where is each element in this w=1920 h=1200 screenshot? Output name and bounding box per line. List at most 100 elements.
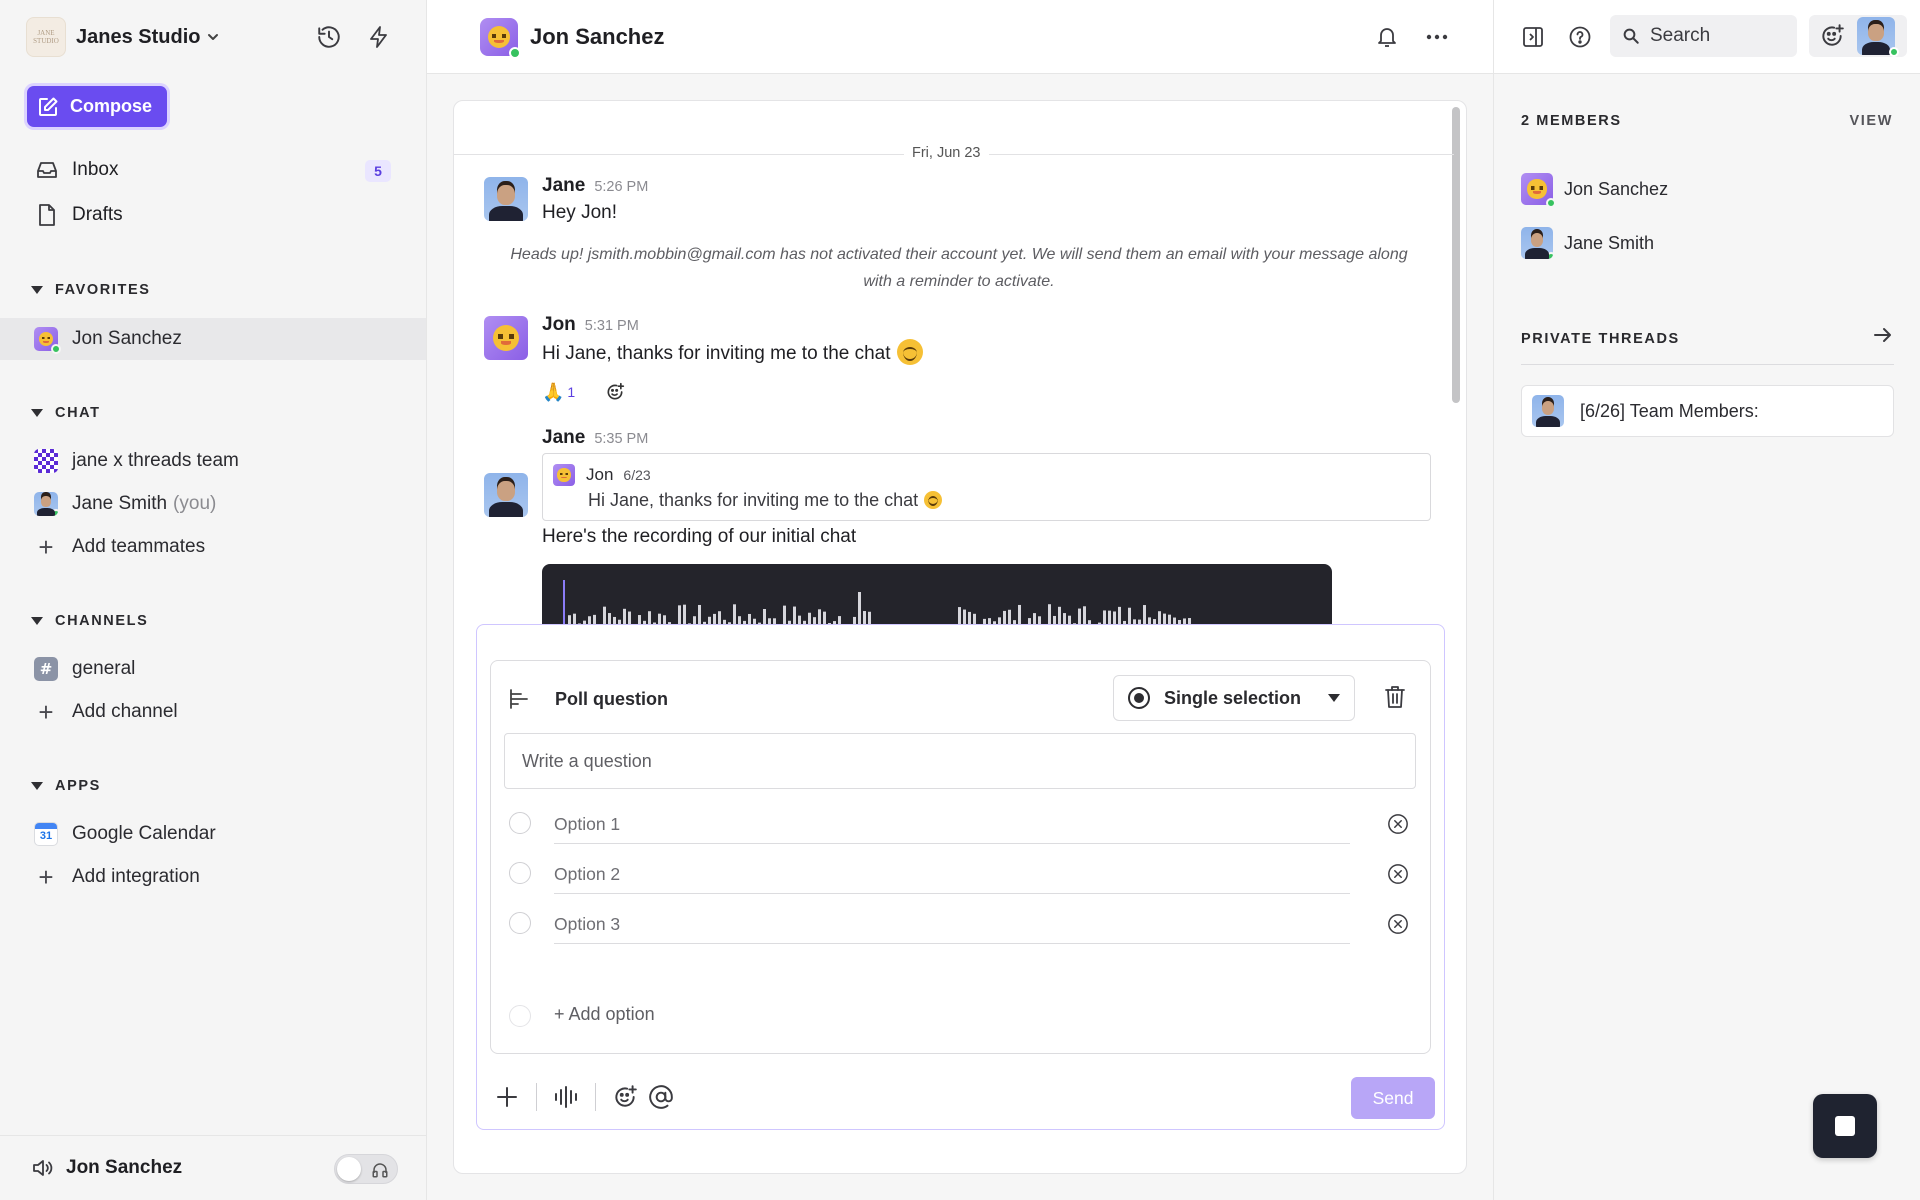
sidebar-footer: Jon Sanchez [0, 1135, 426, 1200]
sidebar-item-google-calendar[interactable]: 31 Google Calendar [0, 813, 426, 855]
add-channel-button[interactable]: + Add channel [0, 691, 426, 733]
plus-icon: + [38, 697, 54, 727]
search-icon [1623, 28, 1639, 44]
sidebar-toggle-icon[interactable] [1518, 22, 1548, 52]
avatar [34, 327, 61, 354]
reaction-pill[interactable]: 🙏 1 [542, 379, 575, 405]
mention-icon[interactable] [643, 1079, 679, 1115]
caret-down-icon [1328, 694, 1340, 702]
remove-option-icon[interactable] [1385, 811, 1411, 837]
favorites-section-header[interactable]: FAVORITES [31, 282, 151, 298]
poll-icon [510, 689, 528, 709]
lightning-icon[interactable] [364, 22, 394, 52]
bell-icon[interactable] [1372, 22, 1402, 52]
quote-date: 6/23 [623, 467, 651, 483]
headphones-icon [371, 1161, 389, 1179]
add-reaction-icon[interactable] [602, 379, 628, 405]
poll-option-input[interactable] [554, 806, 1350, 844]
poll-question-input[interactable] [504, 733, 1416, 789]
compose-button[interactable]: Compose [27, 86, 167, 127]
radio-icon [509, 812, 531, 834]
message-author[interactable]: Jon [542, 314, 576, 336]
online-indicator [1546, 198, 1556, 208]
more-options-icon[interactable] [1422, 22, 1452, 52]
message-author[interactable]: Jane [542, 175, 585, 197]
add-option-button[interactable]: + Add option [554, 1004, 655, 1025]
sidebar-item-label: Add channel [72, 701, 178, 722]
message-composer: Poll question Single selection Write a q… [476, 624, 1445, 1130]
message-author[interactable]: Jane [542, 427, 585, 449]
apps-section-header[interactable]: APPS [31, 778, 101, 794]
huddle-toggle[interactable] [334, 1154, 398, 1184]
sidebar-item-label: general [72, 658, 136, 679]
poll-option-input[interactable] [554, 906, 1350, 944]
speaker-icon[interactable] [30, 1156, 54, 1180]
message-header: Jane 5:35 PM [542, 427, 648, 449]
sidebar-item-label: jane x threads team [72, 450, 239, 471]
thread-title: [6/26] Team Members: [1580, 400, 1759, 421]
history-icon[interactable] [314, 22, 344, 52]
arrow-right-icon[interactable] [1873, 326, 1893, 344]
remove-option-icon[interactable] [1385, 861, 1411, 887]
sidebar-item-label: Drafts [72, 204, 123, 225]
add-teammates-button[interactable]: + Add teammates [0, 526, 426, 568]
selection-mode-dropdown[interactable]: Single selection [1113, 675, 1355, 721]
workspace-switcher[interactable]: JANE STUDIO Janes Studio [26, 17, 220, 57]
sidebar-item-label: Jon Sanchez [72, 328, 182, 349]
member-item[interactable]: Jon Sanchez [1521, 173, 1668, 208]
sidebar-item-label: Inbox [72, 159, 119, 180]
poll-title: Poll question [509, 677, 668, 721]
avatar [1521, 173, 1556, 208]
sidebar-item-label: Add teammates [72, 536, 206, 557]
audio-wave-icon[interactable] [548, 1079, 584, 1115]
trash-icon[interactable] [1380, 682, 1410, 712]
conversation-title[interactable]: Jon Sanchez [480, 18, 664, 59]
compose-label: Compose [70, 96, 153, 116]
private-threads-title: PRIVATE THREADS [1521, 331, 1680, 347]
quoted-message[interactable]: Jon 6/23 Hi Jane, thanks for inviting me… [542, 453, 1431, 521]
caret-down-icon [31, 782, 43, 790]
view-members-link[interactable]: VIEW [1850, 113, 1893, 129]
remove-option-icon[interactable] [1385, 911, 1411, 937]
message-time: 5:31 PM [584, 318, 639, 334]
search-input[interactable]: Search [1610, 15, 1797, 57]
help-icon[interactable] [1565, 22, 1595, 52]
sidebar-item-jon-sanchez[interactable]: Jon Sanchez [0, 318, 426, 360]
selection-mode-label: Single selection [1164, 687, 1302, 708]
avatar[interactable] [484, 177, 528, 221]
sidebar-item-general[interactable]: # general [0, 648, 426, 690]
sidebar-item-inbox[interactable]: Inbox [34, 152, 118, 188]
compose-icon [39, 97, 58, 116]
online-indicator [509, 47, 521, 59]
workspace-logo: JANE STUDIO [26, 17, 66, 57]
sidebar-item-jane-smith[interactable]: Jane Smith (you) [0, 483, 426, 525]
chat-section-header[interactable]: CHAT [31, 405, 101, 421]
poll-editor: Poll question Single selection Write a q… [490, 660, 1431, 1054]
workspace-name: Janes Studio [76, 25, 201, 48]
you-label: (you) [173, 493, 217, 514]
message-time: 5:35 PM [594, 431, 649, 447]
hash-icon: # [34, 657, 58, 681]
thread-item[interactable]: [6/26] Team Members: [1521, 385, 1894, 437]
sidebar: JANE STUDIO Janes Studio Compose Inbox 5… [0, 0, 427, 1200]
sidebar-item-drafts[interactable]: Drafts [34, 197, 123, 233]
member-item[interactable]: Jane Smith [1521, 227, 1654, 259]
avatar[interactable] [484, 473, 528, 517]
quote-text: Hi Jane, thanks for inviting me to the c… [588, 490, 943, 511]
chevron-down-icon [206, 30, 220, 44]
poll-option-input[interactable] [554, 856, 1350, 894]
radio-icon [509, 1005, 531, 1027]
send-button[interactable]: Send [1351, 1077, 1435, 1119]
avatar[interactable] [484, 316, 528, 360]
message-text: Hi Jane, thanks for inviting me to the c… [542, 339, 923, 367]
avatar [480, 18, 521, 59]
sidebar-item-team-chat[interactable]: jane x threads team [0, 440, 426, 482]
emoji-status-icon[interactable] [1819, 23, 1845, 49]
emoji-icon[interactable] [607, 1079, 643, 1115]
stop-recording-button[interactable] [1813, 1094, 1877, 1158]
poll-option-row [509, 802, 1409, 846]
add-integration-button[interactable]: + Add integration [0, 856, 426, 898]
channels-section-header[interactable]: CHANNELS [31, 613, 148, 629]
members-section-title: 2 MEMBERS [1521, 113, 1622, 129]
plus-icon[interactable] [489, 1079, 525, 1115]
